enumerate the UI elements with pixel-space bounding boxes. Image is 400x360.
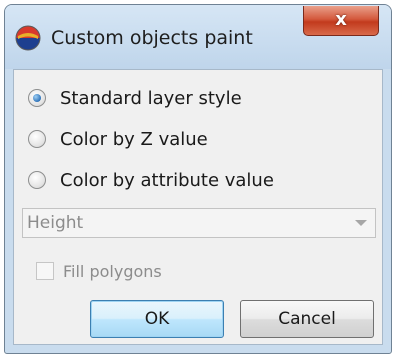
cancel-button[interactable]: Cancel — [240, 300, 374, 338]
radio-label: Color by Z value — [60, 128, 208, 150]
app-icon — [15, 25, 41, 51]
close-icon: x — [335, 9, 347, 30]
radio-color-by-attribute-value[interactable]: Color by attribute value — [28, 165, 274, 195]
radio-color-by-z-value[interactable]: Color by Z value — [28, 124, 208, 154]
fill-polygons-option[interactable]: Fill polygons — [36, 260, 162, 282]
dialog-content: Standard layer style Color by Z value Co… — [13, 69, 383, 345]
ok-button[interactable]: OK — [90, 300, 224, 338]
radio-button-checked[interactable] — [28, 89, 46, 107]
dialog-window: Custom objects paint x Standard layer st… — [4, 4, 392, 354]
close-button[interactable]: x — [303, 6, 379, 36]
chevron-down-icon — [355, 220, 367, 226]
attribute-select[interactable]: Height — [22, 208, 376, 238]
dialog-title: Custom objects paint — [51, 27, 253, 49]
radio-button[interactable] — [28, 171, 46, 189]
attribute-select-value: Height — [27, 213, 84, 233]
radio-standard-layer-style[interactable]: Standard layer style — [28, 83, 242, 113]
radio-button[interactable] — [28, 130, 46, 148]
fill-polygons-label: Fill polygons — [63, 261, 162, 281]
title-bar[interactable]: Custom objects paint x — [5, 5, 391, 69]
fill-polygons-checkbox[interactable] — [36, 262, 54, 280]
radio-label: Color by attribute value — [60, 169, 274, 191]
radio-label: Standard layer style — [60, 87, 242, 109]
